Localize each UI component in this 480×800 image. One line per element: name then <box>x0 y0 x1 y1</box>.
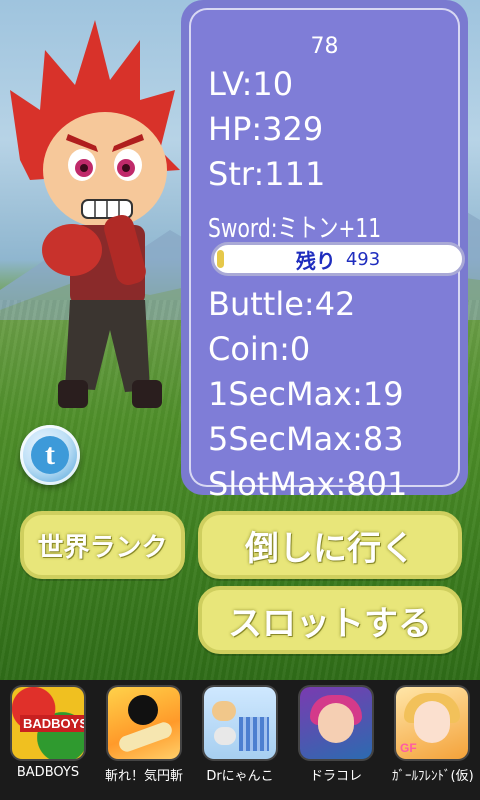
badboys-app-icon: BADBOYS <box>12 687 84 759</box>
app-label: ｶﾞｰﾙﾌﾚﾝﾄﾞ(仮) <box>392 769 474 784</box>
app-promo-bar: BADBOYS BADBOYS 斬れ！気円斬 Drにゃんこ ドラコレ GF ｶﾞ… <box>0 680 480 800</box>
twitter-share-button[interactable]: t <box>20 425 80 485</box>
app-label: 斬れ！気円斬 <box>104 769 183 784</box>
app-item-dorakore[interactable]: ドラコレ <box>296 687 376 784</box>
kienzan-app-icon <box>108 687 180 759</box>
app-label: Drにゃんこ <box>206 769 274 784</box>
board-graphic <box>116 720 175 754</box>
hero-character <box>10 20 180 408</box>
one-sec-max-stat: 1SecMax:19 <box>208 375 404 413</box>
face-graphic <box>414 701 450 743</box>
dorakore-app-icon <box>300 687 372 759</box>
counter-value: 78 <box>310 34 339 59</box>
remaining-bar: 残り 493 <box>211 242 465 276</box>
app-item-dr-nyanko[interactable]: Drにゃんこ <box>200 687 280 784</box>
world-rank-button[interactable]: 世界ランク <box>20 511 185 579</box>
status-panel-inner: 78 LV:10 HP:329 Str:111 Sword:ミトン+11 残り … <box>189 8 465 503</box>
slot-max-stat: SlotMax:801 <box>208 465 408 503</box>
strength-stat: Str:111 <box>208 155 326 193</box>
status-panel: 78 LV:10 HP:329 Str:111 Sword:ミトン+11 残り … <box>181 0 468 503</box>
remaining-bar-cap <box>217 250 224 268</box>
five-sec-max-stat: 5SecMax:83 <box>208 420 404 458</box>
cat-graphic <box>212 701 236 721</box>
app-label: ドラコレ <box>309 769 362 784</box>
sword-stat: Sword:ミトン+11 <box>208 214 382 244</box>
play-slot-button[interactable]: スロットする <box>198 586 462 654</box>
app-item-kienzan[interactable]: 斬れ！気円斬 <box>104 687 184 784</box>
ball-graphic <box>128 695 158 725</box>
app-item-girlfriend[interactable]: GF ｶﾞｰﾙﾌﾚﾝﾄﾞ(仮) <box>392 687 474 784</box>
badboys-logo-text: BADBOYS <box>20 715 84 732</box>
hp-stat: HP:329 <box>208 110 324 148</box>
app-item-badboys[interactable]: BADBOYS BADBOYS <box>8 687 88 780</box>
app-label: BADBOYS <box>16 765 80 780</box>
coin-stat: Coin:0 <box>208 330 311 368</box>
face-graphic <box>318 703 354 743</box>
go-attack-button[interactable]: 倒しに行く <box>198 511 462 579</box>
battle-stat: Buttle:42 <box>208 285 356 323</box>
puzzle-grid-graphic <box>239 717 269 751</box>
gf-logo-text: GF <box>400 741 417 755</box>
cat-graphic <box>214 727 236 745</box>
level-stat: LV:10 <box>208 65 294 103</box>
girlfriend-app-icon: GF <box>396 687 468 759</box>
remaining-value: 493 <box>345 248 381 270</box>
dr-nyanko-app-icon <box>204 687 276 759</box>
twitter-icon: t <box>31 436 69 474</box>
remaining-label: 残り <box>295 248 336 273</box>
